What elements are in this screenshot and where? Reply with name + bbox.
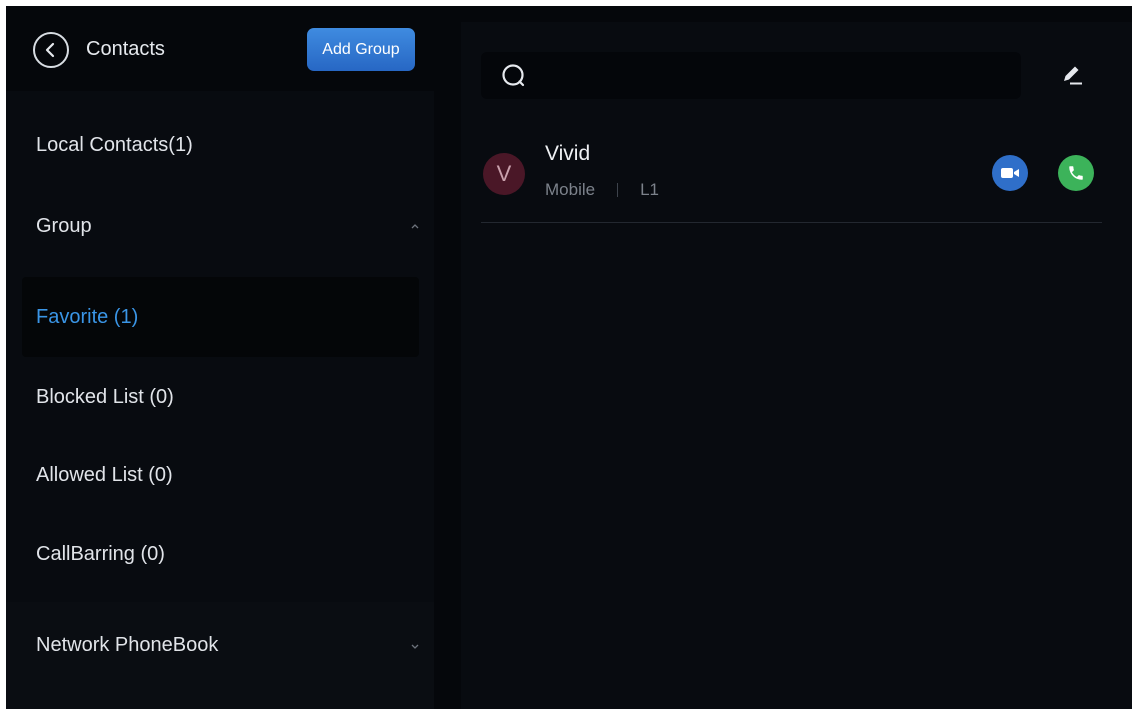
video-call-icon [1001,168,1019,178]
sidebar-item-label: CallBarring (0) [36,542,165,565]
voice-call-button[interactable] [1058,155,1094,191]
contact-number-type: Mobile [545,180,596,199]
contacts-screen: Contacts Add Group Local Contacts(1) Gro… [6,6,1132,709]
contact-list-panel: V Vivid Mobile L1 [461,22,1132,709]
add-group-button[interactable]: Add Group [307,28,415,71]
separator [617,183,619,197]
sidebar-item-label: Group [36,214,92,237]
page-title: Contacts [86,38,165,60]
search-icon [502,64,525,87]
sidebar-header: Contacts Add Group [6,6,434,91]
search-input[interactable] [481,52,1021,99]
chevron-down-icon [411,644,419,649]
edit-icon[interactable] [1059,62,1085,88]
sidebar-item-label: Blocked List (0) [36,385,174,408]
network-phonebook-section: Network PhoneBook [6,602,434,709]
phone-icon [1069,166,1083,180]
sidebar-item-label: Local Contacts(1) [36,133,193,156]
contact-details: Mobile L1 [545,180,659,200]
sidebar-item-label: Allowed List (0) [36,463,173,486]
video-call-button[interactable] [992,155,1028,191]
sidebar-item-label: Favorite (1) [36,305,139,328]
sidebar: Contacts Add Group Local Contacts(1) Gro… [6,6,434,709]
chevron-up-icon [411,224,419,229]
sidebar-item-network-phonebook[interactable]: Network PhoneBook [6,602,434,689]
sidebar-item-label: Network PhoneBook [36,634,219,656]
back-button[interactable] [33,32,69,68]
sidebar-item-group[interactable]: Group [6,186,434,266]
avatar: V [483,153,525,195]
sidebar-item-allowed-list[interactable]: Allowed List (0) [6,435,434,515]
contact-name: Vivid [545,142,591,165]
chevron-left-icon [45,42,55,58]
contact-line: L1 [640,180,660,199]
sidebar-item-favorite[interactable]: Favorite (1) [22,277,419,357]
sidebar-item-blocked-list[interactable]: Blocked List (0) [6,357,434,437]
sidebar-item-local-contacts[interactable]: Local Contacts(1) [6,104,434,186]
contact-row[interactable]: V Vivid Mobile L1 [481,132,1102,223]
sidebar-item-callbarring[interactable]: CallBarring (0) [6,514,434,594]
